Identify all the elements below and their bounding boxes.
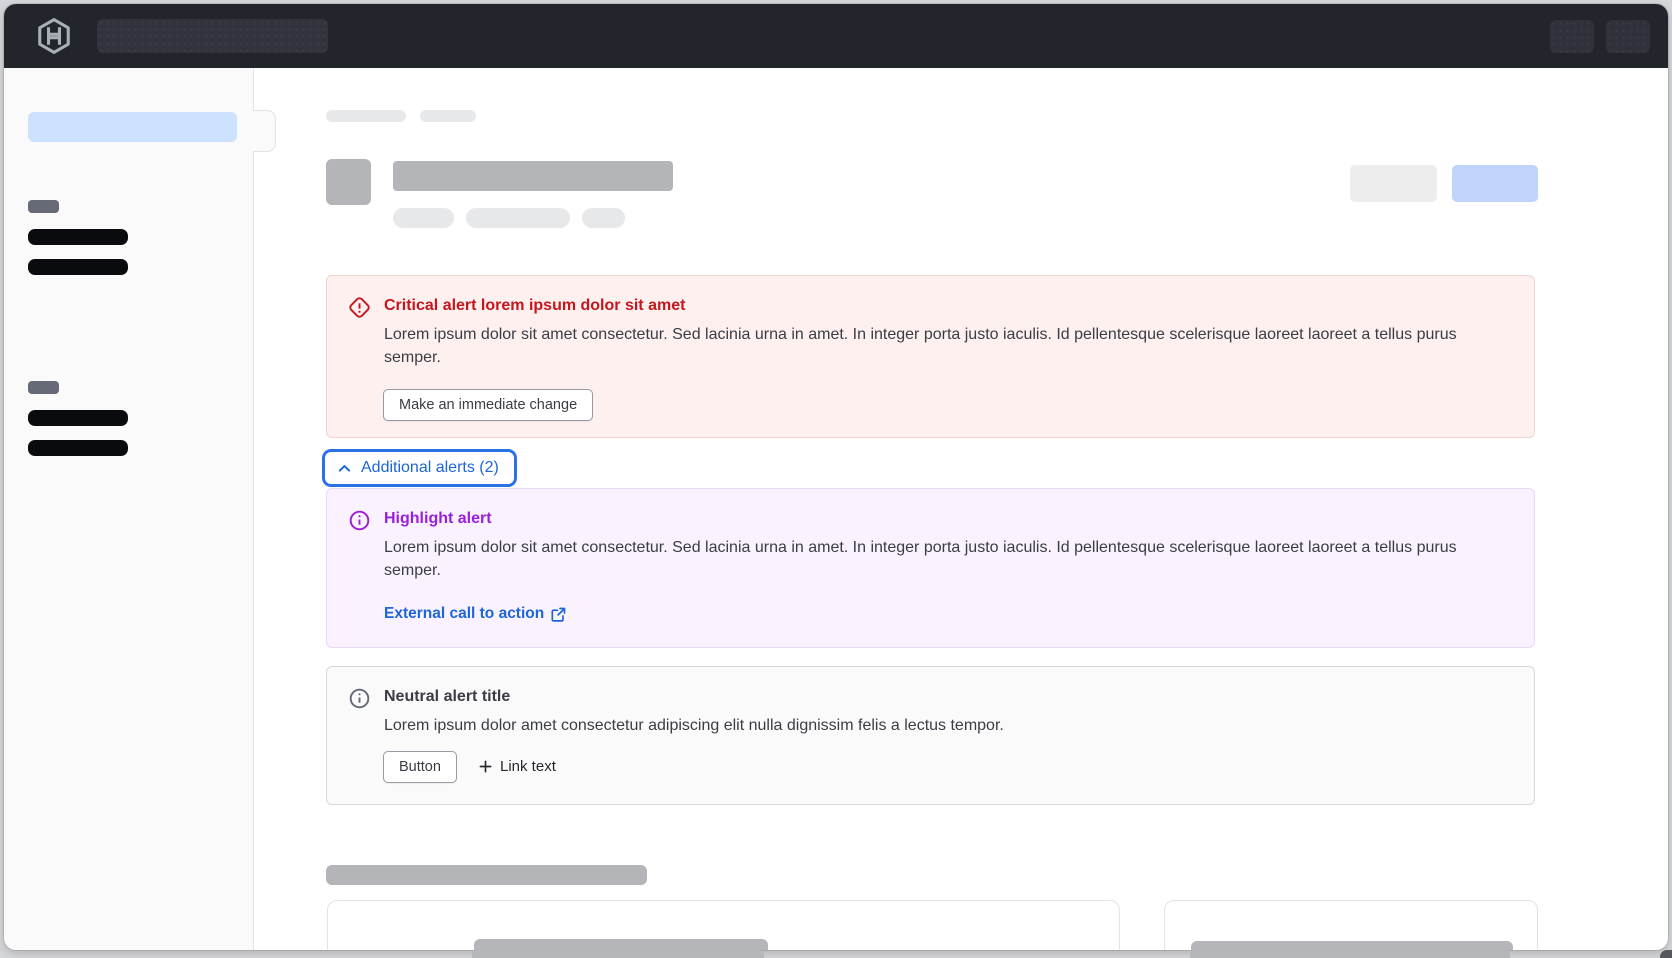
nav-user-placeholder[interactable] xyxy=(1606,20,1650,53)
background-bar-placeholder xyxy=(472,950,764,958)
critical-alert-body: Lorem ipsum dolor sit amet consectetur. … xyxy=(384,323,1506,369)
critical-alert: Critical alert lorem ipsum dolor sit ame… xyxy=(326,275,1535,438)
app-window: Critical alert lorem ipsum dolor sit ame… xyxy=(4,4,1668,950)
background-bar-placeholder xyxy=(1190,950,1510,958)
sidebar-item-placeholder[interactable] xyxy=(28,259,128,275)
header-secondary-button-placeholder[interactable] xyxy=(1350,165,1437,202)
critical-alert-title: Critical alert lorem ipsum dolor sit ame… xyxy=(384,297,685,315)
sidebar-active-item-placeholder[interactable] xyxy=(28,112,237,142)
badge-placeholder xyxy=(393,208,454,228)
top-nav xyxy=(4,4,1668,68)
neutral-link-label: Link text xyxy=(500,758,556,775)
chevron-up-icon xyxy=(337,461,352,476)
additional-alerts-label: Additional alerts (2) xyxy=(361,459,499,477)
sidebar-section-label-placeholder xyxy=(28,200,59,213)
card-placeholder xyxy=(1164,900,1538,950)
info-circle-icon xyxy=(348,687,371,710)
neutral-alert-link[interactable]: Link text xyxy=(479,758,556,775)
highlight-alert-body: Lorem ipsum dolor sit amet consectetur. … xyxy=(384,536,1506,582)
page-title-placeholder xyxy=(393,161,673,191)
section-title-placeholder xyxy=(326,865,647,885)
main-content: Critical alert lorem ipsum dolor sit ame… xyxy=(254,68,1668,950)
hashicorp-logo-icon xyxy=(35,17,73,55)
sidebar xyxy=(4,68,254,950)
external-link-label: External call to action xyxy=(384,605,544,623)
card-bar-placeholder xyxy=(1191,941,1513,950)
sidebar-item-placeholder[interactable] xyxy=(28,229,128,245)
background-dark-corner xyxy=(1660,950,1672,958)
additional-alerts-toggle[interactable]: Additional alerts (2) xyxy=(322,449,517,487)
neutral-alert-title: Neutral alert title xyxy=(384,688,510,706)
info-circle-icon xyxy=(348,509,371,532)
sidebar-section-label-placeholder xyxy=(28,381,59,394)
highlight-alert: Highlight alert Lorem ipsum dolor sit am… xyxy=(326,488,1535,648)
external-call-to-action-link[interactable]: External call to action xyxy=(384,605,566,623)
alert-diamond-icon xyxy=(348,296,371,319)
neutral-alert-body: Lorem ipsum dolor amet consectetur adipi… xyxy=(384,714,1506,737)
nav-search-placeholder xyxy=(97,19,328,53)
sidebar-item-placeholder[interactable] xyxy=(28,440,128,456)
sidebar-item-placeholder[interactable] xyxy=(28,410,128,426)
neutral-alert-button[interactable]: Button xyxy=(383,751,457,783)
badge-placeholder xyxy=(466,208,570,228)
nav-help-placeholder[interactable] xyxy=(1550,20,1594,53)
sidebar-collapse-toggle[interactable] xyxy=(253,110,276,152)
breadcrumb-placeholder[interactable] xyxy=(420,110,476,122)
card-bar-placeholder xyxy=(474,939,768,950)
card-placeholder xyxy=(327,900,1120,950)
desktop-canvas: Critical alert lorem ipsum dolor sit ame… xyxy=(0,0,1672,958)
external-link-icon xyxy=(551,607,566,622)
page-icon-placeholder xyxy=(326,159,371,205)
plus-icon xyxy=(479,760,492,773)
neutral-alert: Neutral alert title Lorem ipsum dolor am… xyxy=(326,666,1535,805)
highlight-alert-title: Highlight alert xyxy=(384,510,492,528)
badge-placeholder xyxy=(582,208,625,228)
header-primary-button-placeholder[interactable] xyxy=(1452,165,1538,202)
breadcrumb-placeholder[interactable] xyxy=(326,110,406,122)
immediate-change-button[interactable]: Make an immediate change xyxy=(383,389,593,421)
